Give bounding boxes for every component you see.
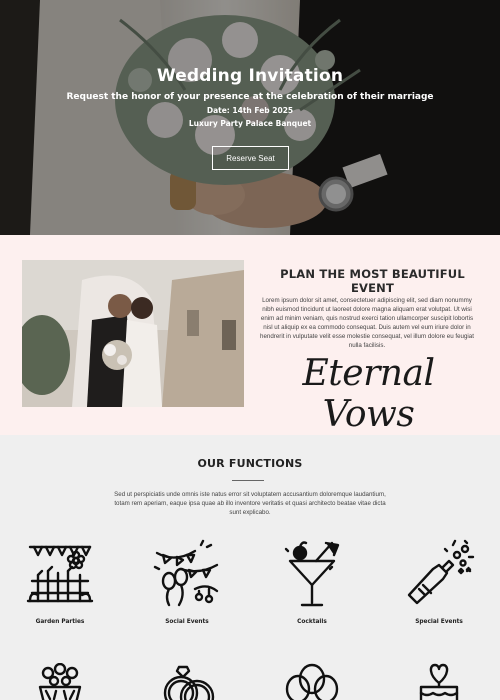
eternal-vows-script: Eternal Vows <box>302 353 435 435</box>
rings-icon <box>163 665 215 700</box>
function-label: Cocktails <box>297 619 327 625</box>
cocktail-icon <box>284 541 340 607</box>
function-label: Special Events <box>415 619 463 625</box>
champagne-icon <box>407 539 475 605</box>
function-item-cocktails[interactable]: Cocktails <box>267 539 357 625</box>
plan-body-text: Lorem ipsum dolor sit amet, consectetuer… <box>260 297 474 349</box>
function-item-heart-cake[interactable] <box>394 663 484 700</box>
plan-heading: PLAN THE MOST BEAUTIFUL EVENT <box>280 267 465 295</box>
function-item-garden-parties[interactable]: Garden Parties <box>15 539 105 625</box>
hero-subtitle: Request the honor of your presence at th… <box>66 92 434 102</box>
garden-party-icon <box>26 545 94 603</box>
functions-heading: OUR FUNCTIONS <box>197 457 303 470</box>
functions-section: OUR FUNCTIONS Sed ut perspiciatis unde o… <box>0 435 500 700</box>
heading-divider <box>232 480 264 481</box>
function-item-balloons[interactable] <box>267 663 357 700</box>
social-events-icon <box>153 539 219 607</box>
balloons-icon <box>285 663 339 700</box>
hero-title: Wedding Invitation <box>156 66 344 86</box>
flower-basket-icon <box>38 663 82 700</box>
hero-text-block: Wedding Invitation Request the honor of … <box>0 66 500 128</box>
functions-description: Sed ut perspiciatis unde omnis iste natu… <box>114 491 386 516</box>
hero-section: Wedding Invitation Request the honor of … <box>0 0 500 235</box>
function-label: Social Events <box>165 619 209 625</box>
function-label: Garden Parties <box>35 619 85 625</box>
hero-venue: Luxury Party Palace Banquet <box>188 119 312 128</box>
function-item-social-events[interactable]: Social Events <box>142 539 232 625</box>
function-item-flower-basket[interactable] <box>15 663 105 700</box>
plan-section: PLAN THE MOST BEAUTIFUL EVENT Lorem ipsu… <box>0 235 500 435</box>
couple-photo <box>22 260 244 407</box>
hero-date: Date: 14th Feb 2025 <box>206 106 294 115</box>
heart-cake-icon <box>419 663 459 700</box>
reserve-seat-button[interactable]: Reserve Seat <box>212 146 289 170</box>
function-item-rings[interactable] <box>142 663 232 700</box>
function-item-special-events[interactable]: Special Events <box>394 539 484 625</box>
